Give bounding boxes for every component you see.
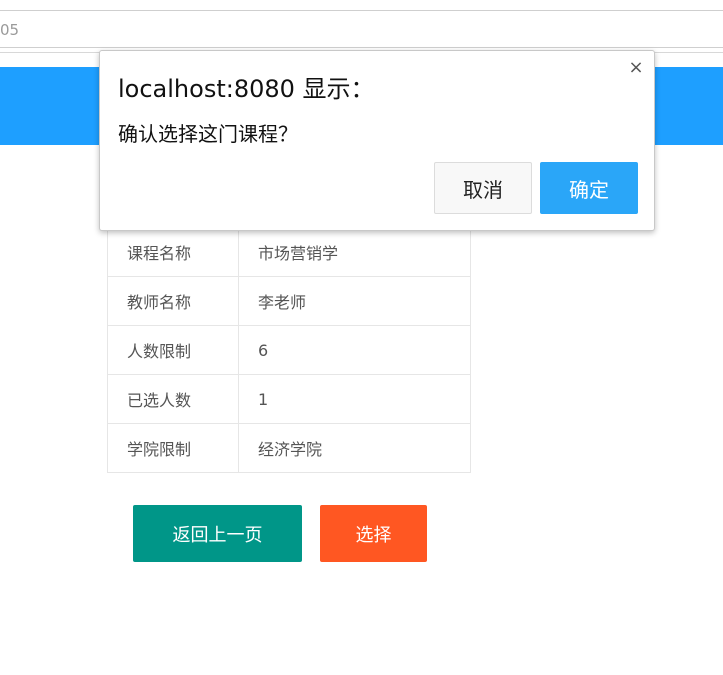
select-button[interactable]: 选择 <box>320 505 427 562</box>
address-bar[interactable]: 05 <box>0 10 723 53</box>
dialog-title: localhost:8080 显示： <box>118 75 375 103</box>
row-label: 已选人数 <box>107 374 239 424</box>
ok-button[interactable]: 确定 <box>540 162 638 214</box>
row-value: 1 <box>238 374 471 424</box>
row-label: 课程名称 <box>107 227 239 277</box>
table-row: 学院限制 经济学院 <box>107 423 471 473</box>
row-label: 人数限制 <box>107 325 239 375</box>
table-row: 人数限制 6 <box>107 325 471 375</box>
row-label: 教师名称 <box>107 276 239 326</box>
table-row: 课程名称 市场营销学 <box>107 227 471 277</box>
dialog-message: 确认选择这门课程？ <box>118 122 298 146</box>
confirm-dialog: localhost:8080 显示： × 确认选择这门课程？ 取消 确定 <box>99 50 655 231</box>
row-value: 李老师 <box>238 276 471 326</box>
course-info-table: 课程名称 市场营销学 教师名称 李老师 人数限制 6 已选人数 1 学院限制 经… <box>107 227 471 473</box>
close-icon[interactable]: × <box>626 57 646 79</box>
row-value: 市场营销学 <box>238 227 471 277</box>
row-value: 经济学院 <box>238 423 471 473</box>
back-button[interactable]: 返回上一页 <box>133 505 302 562</box>
cancel-button[interactable]: 取消 <box>434 162 532 214</box>
table-row: 已选人数 1 <box>107 374 471 424</box>
table-row: 教师名称 李老师 <box>107 276 471 326</box>
row-label: 学院限制 <box>107 423 239 473</box>
address-text[interactable]: 05 <box>0 21 19 39</box>
row-value: 6 <box>238 325 471 375</box>
